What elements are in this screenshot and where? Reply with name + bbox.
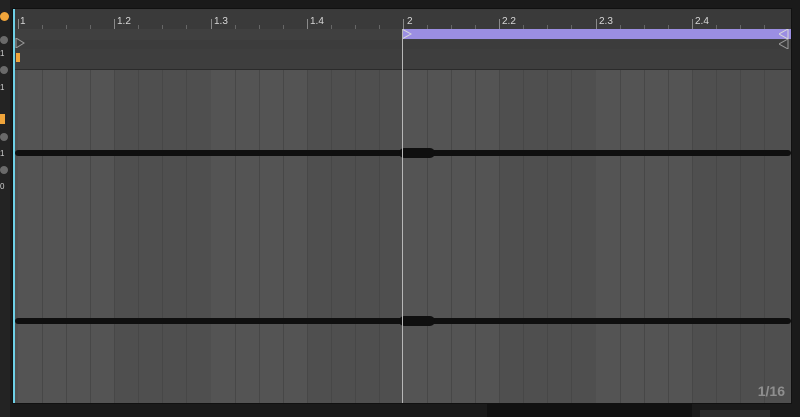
beat-ruler[interactable]: 1 1.2 1.3 1.4 2 2.2 2.3 2.4: [13, 9, 791, 30]
ruler-tick: [499, 19, 500, 29]
solo-button[interactable]: [0, 36, 8, 44]
ruler-tick: [596, 19, 597, 29]
track-color-indicator[interactable]: [0, 114, 5, 124]
track-control-strip: 1 1 1 0: [0, 0, 10, 417]
ruler-label: 1.2: [117, 16, 131, 27]
loop-end-icon[interactable]: [779, 29, 789, 39]
ruler-label: 2.3: [599, 16, 613, 27]
sample-editor[interactable]: 1 1.2 1.3 1.4 2 2.2 2.3 2.4 1/16: [12, 8, 792, 404]
ruler-label: 2.2: [502, 16, 516, 27]
ruler-tick: [114, 19, 115, 29]
loop-start-icon[interactable]: [402, 29, 412, 39]
ruler-label: 2: [407, 16, 413, 27]
channel-value: 1: [0, 149, 5, 158]
bar-line: [402, 29, 403, 403]
ruler-tick: [18, 19, 19, 29]
scroll-handle[interactable]: [487, 404, 692, 417]
channel-value: 0: [0, 182, 5, 191]
scrollbar-track[interactable]: [700, 410, 770, 417]
playhead[interactable]: [13, 9, 15, 403]
ruler-label: 1: [20, 16, 26, 27]
monitor-button[interactable]: [0, 133, 8, 141]
ruler-label: 1.4: [310, 16, 324, 27]
ruler-tick: [211, 19, 212, 29]
ruler-tick: [692, 19, 693, 29]
channel-value: 1: [0, 83, 5, 92]
track-activator-button[interactable]: [0, 12, 9, 21]
start-marker-icon[interactable]: [15, 38, 25, 48]
ruler-label: 1.3: [214, 16, 228, 27]
grid-size-label: 1/16: [757, 383, 785, 399]
ruler-tick: [403, 19, 404, 29]
mute-button[interactable]: [0, 166, 8, 174]
end-marker-icon[interactable]: [779, 39, 789, 49]
channel-value: 1: [0, 49, 5, 58]
ruler-tick: [307, 19, 308, 29]
loop-region[interactable]: [402, 29, 791, 39]
warp-marker[interactable]: [16, 53, 20, 62]
transient: [399, 148, 435, 158]
arm-button[interactable]: [0, 66, 8, 74]
ruler-label: 2.4: [695, 16, 709, 27]
transient: [399, 316, 435, 326]
